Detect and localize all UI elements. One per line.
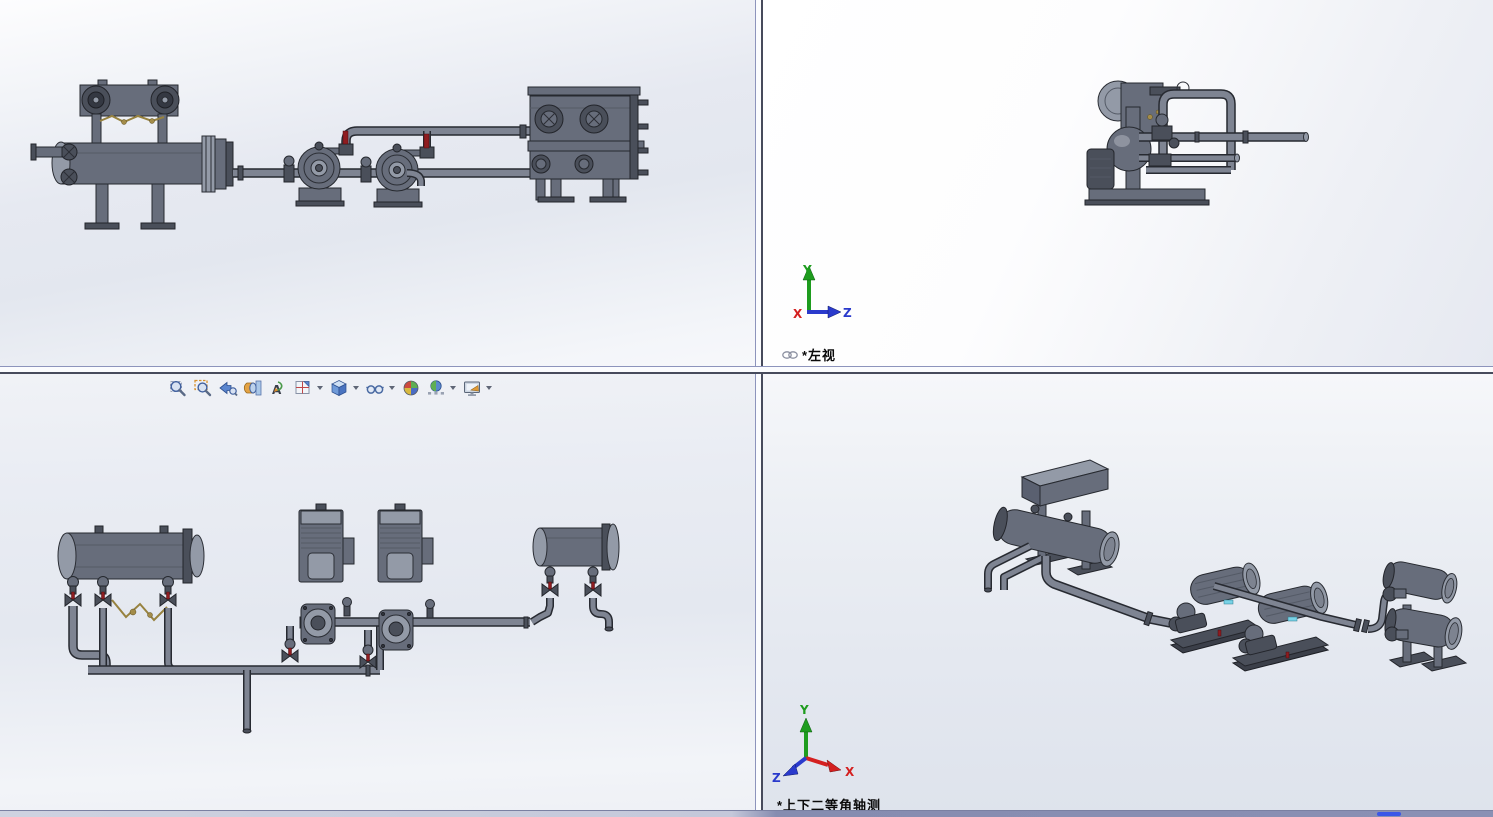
previous-view-button[interactable] <box>216 376 240 400</box>
piping-left-view <box>1139 89 1309 174</box>
motor-pump-2-plan <box>377 503 434 651</box>
bottom-scrollbar-thumb[interactable] <box>1377 812 1401 816</box>
orientation-triad-left-view: X Y Z <box>793 263 852 321</box>
heat-exchanger-unit-iso <box>984 459 1120 593</box>
linked-view-icon <box>782 350 798 359</box>
svg-text:X: X <box>793 307 803 321</box>
section-view-button[interactable] <box>241 376 265 400</box>
heat-exchanger-unit-plan <box>57 525 205 584</box>
skid-left-view <box>1084 80 1210 206</box>
zoom-to-area-icon <box>194 379 212 396</box>
viewport-front-view[interactable] <box>0 0 755 366</box>
display-style-icon <box>331 379 347 396</box>
dynamic-annotation-views-icon: A <box>272 380 283 397</box>
twin-vessel-rack-iso <box>1382 561 1468 672</box>
previous-view-icon <box>219 381 238 396</box>
dimetric-view-model: Y X Z <box>772 459 1468 785</box>
zoom-to-area-button[interactable] <box>191 376 215 400</box>
hide-show-items-flyout-arrow[interactable] <box>389 385 395 390</box>
top-view-model <box>57 503 620 734</box>
viewport-splitter-vertical[interactable] <box>755 0 763 817</box>
view-orientation-flyout-arrow[interactable] <box>317 385 323 390</box>
view-orientation-button[interactable] <box>291 376 315 400</box>
viewport-label-left-view: *左视 <box>782 345 836 364</box>
window-bottom-edge <box>0 810 1493 817</box>
right-vessel-plan <box>532 523 620 597</box>
twin-vessel-rack-front <box>527 86 649 203</box>
pump-2-front <box>373 143 428 208</box>
front-view-model <box>30 79 649 230</box>
display-style-button[interactable] <box>327 376 351 400</box>
piping-plan <box>68 597 614 734</box>
view-settings-button[interactable] <box>460 376 484 400</box>
viewport-top-view[interactable]: A <box>0 374 755 817</box>
left-view-model: X Y Z <box>793 80 1309 321</box>
hide-show-items-button[interactable] <box>363 376 387 400</box>
discharge-header-front <box>338 124 550 159</box>
svg-text:X: X <box>845 765 855 779</box>
hide-show-items-icon <box>366 384 384 394</box>
view-orientation-name: *左视 <box>802 348 837 363</box>
vessel-valves-plan <box>64 576 177 622</box>
svg-text:Y: Y <box>799 703 809 717</box>
orientation-triad-dimetric: Y X Z <box>772 703 855 785</box>
edit-appearance-icon <box>403 380 419 395</box>
svg-text:Z: Z <box>772 771 781 785</box>
svg-text:Y: Y <box>802 263 812 277</box>
zoom-to-fit-icon <box>170 380 186 396</box>
view-settings-flyout-arrow[interactable] <box>486 385 492 390</box>
section-view-icon <box>243 380 262 395</box>
cad-four-view-window: X Y Z *左视 Y X Z *上下二等角轴测 <box>0 0 1493 817</box>
zoom-to-fit-button[interactable] <box>166 376 190 400</box>
svg-text:Z: Z <box>843 306 852 320</box>
display-style-flyout-arrow[interactable] <box>353 385 359 390</box>
apply-scene-flyout-arrow[interactable] <box>450 385 456 390</box>
viewport-dimetric-view[interactable]: Y X Z *上下二等角轴测 <box>763 374 1493 817</box>
apply-scene-icon <box>428 379 444 395</box>
viewport-splitter-horizontal[interactable] <box>0 366 1493 374</box>
view-settings-icon <box>464 381 480 396</box>
apply-scene-button[interactable] <box>424 376 448 400</box>
viewport-left-view[interactable]: X Y Z *左视 <box>763 0 1493 366</box>
view-orientation-icon <box>295 380 310 394</box>
edit-appearance-button[interactable] <box>399 376 423 400</box>
dynamic-annotation-views-button[interactable]: A <box>266 376 290 400</box>
heat-exchanger-unit-front <box>30 79 234 230</box>
heads-up-view-toolbar: A <box>166 375 495 400</box>
